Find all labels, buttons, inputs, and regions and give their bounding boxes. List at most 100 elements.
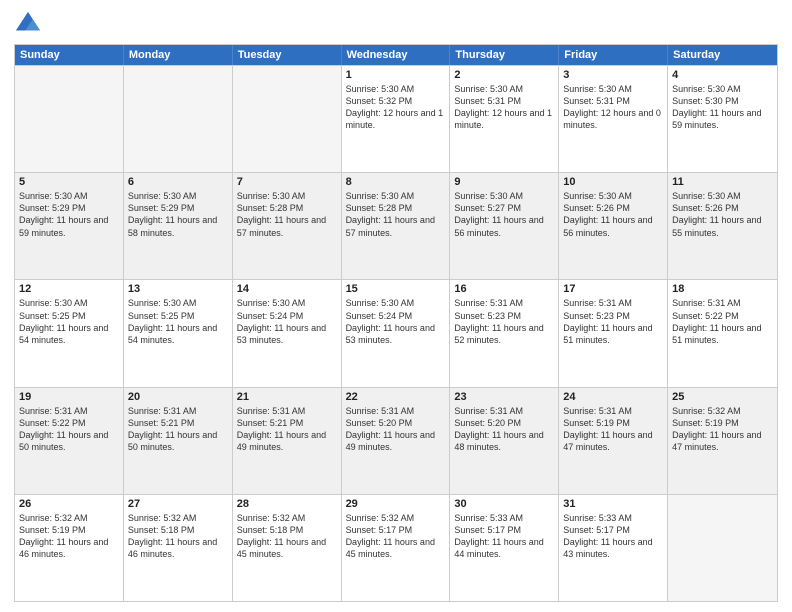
cell-info: Sunrise: 5:31 AMSunset: 5:23 PMDaylight:… <box>454 297 554 346</box>
calendar-row-3: 19 Sunrise: 5:31 AMSunset: 5:22 PMDayligh… <box>15 387 777 494</box>
day-number: 5 <box>19 176 119 188</box>
cell-info: Sunrise: 5:30 AMSunset: 5:30 PMDaylight:… <box>672 83 773 132</box>
cell-info: Sunrise: 5:33 AMSunset: 5:17 PMDaylight:… <box>454 512 554 561</box>
calendar-row-2: 12 Sunrise: 5:30 AMSunset: 5:25 PMDayligh… <box>15 279 777 386</box>
day-number: 8 <box>346 176 446 188</box>
day-number: 19 <box>19 391 119 403</box>
day-number: 15 <box>346 283 446 295</box>
calendar-cell: 8 Sunrise: 5:30 AMSunset: 5:28 PMDaylight… <box>342 173 451 279</box>
calendar: SundayMondayTuesdayWednesdayThursdayFrid… <box>14 44 778 602</box>
day-number: 20 <box>128 391 228 403</box>
cell-info: Sunrise: 5:31 AMSunset: 5:22 PMDaylight:… <box>19 405 119 454</box>
calendar-row-4: 26Sunrise: 5:32 AMSunset: 5:19 PMDayligh… <box>15 494 777 601</box>
day-header-tuesday: Tuesday <box>233 45 342 65</box>
day-number: 21 <box>237 391 337 403</box>
cell-info: Sunrise: 5:32 AMSunset: 5:18 PMDaylight:… <box>237 512 337 561</box>
calendar-cell: 9 Sunrise: 5:30 AMSunset: 5:27 PMDaylight… <box>450 173 559 279</box>
calendar-cell: 20 Sunrise: 5:31 AMSunset: 5:21 PMDayligh… <box>124 388 233 494</box>
calendar-cell <box>668 495 777 601</box>
day-number: 1 <box>346 69 446 81</box>
cell-info: Sunrise: 5:33 AMSunset: 5:17 PMDaylight:… <box>563 512 663 561</box>
day-number: 22 <box>346 391 446 403</box>
cell-info: Sunrise: 5:30 AMSunset: 5:28 PMDaylight:… <box>237 190 337 239</box>
day-number: 14 <box>237 283 337 295</box>
day-number: 2 <box>454 69 554 81</box>
cell-info: Sunrise: 5:32 AMSunset: 5:19 PMDaylight:… <box>672 405 773 454</box>
day-number: 11 <box>672 176 773 188</box>
cell-info: Sunrise: 5:32 AMSunset: 5:18 PMDaylight:… <box>128 512 228 561</box>
calendar-cell: 5 Sunrise: 5:30 AMSunset: 5:29 PMDaylight… <box>15 173 124 279</box>
cell-info: Sunrise: 5:30 AMSunset: 5:25 PMDaylight:… <box>128 297 228 346</box>
day-number: 4 <box>672 69 773 81</box>
calendar-cell: 18 Sunrise: 5:31 AMSunset: 5:22 PMDayligh… <box>668 280 777 386</box>
cell-info: Sunrise: 5:30 AMSunset: 5:25 PMDaylight:… <box>19 297 119 346</box>
day-number: 18 <box>672 283 773 295</box>
calendar-cell: 19 Sunrise: 5:31 AMSunset: 5:22 PMDayligh… <box>15 388 124 494</box>
logo <box>14 10 46 38</box>
day-header-saturday: Saturday <box>668 45 777 65</box>
day-number: 10 <box>563 176 663 188</box>
calendar-cell: 21Sunrise: 5:31 AMSunset: 5:21 PMDayligh… <box>233 388 342 494</box>
logo-icon <box>14 10 42 38</box>
calendar-cell: 13 Sunrise: 5:30 AMSunset: 5:25 PMDayligh… <box>124 280 233 386</box>
calendar-cell: 14Sunrise: 5:30 AMSunset: 5:24 PMDayligh… <box>233 280 342 386</box>
calendar-cell: 23Sunrise: 5:31 AMSunset: 5:20 PMDayligh… <box>450 388 559 494</box>
day-number: 13 <box>128 283 228 295</box>
day-header-wednesday: Wednesday <box>342 45 451 65</box>
cell-info: Sunrise: 5:30 AMSunset: 5:26 PMDaylight:… <box>563 190 663 239</box>
day-number: 3 <box>563 69 663 81</box>
calendar-cell: 6 Sunrise: 5:30 AMSunset: 5:29 PMDaylight… <box>124 173 233 279</box>
cell-info: Sunrise: 5:31 AMSunset: 5:21 PMDaylight:… <box>128 405 228 454</box>
calendar-cell: 26Sunrise: 5:32 AMSunset: 5:19 PMDayligh… <box>15 495 124 601</box>
calendar-cell <box>233 66 342 172</box>
calendar-cell: 7 Sunrise: 5:30 AMSunset: 5:28 PMDaylight… <box>233 173 342 279</box>
day-number: 27 <box>128 498 228 510</box>
calendar-cell: 24 Sunrise: 5:31 AMSunset: 5:19 PMDayligh… <box>559 388 668 494</box>
calendar-row-1: 5 Sunrise: 5:30 AMSunset: 5:29 PMDaylight… <box>15 172 777 279</box>
cell-info: Sunrise: 5:30 AMSunset: 5:28 PMDaylight:… <box>346 190 446 239</box>
calendar-cell: 25 Sunrise: 5:32 AMSunset: 5:19 PMDayligh… <box>668 388 777 494</box>
cell-info: Sunrise: 5:30 AMSunset: 5:29 PMDaylight:… <box>128 190 228 239</box>
calendar-cell: 3 Sunrise: 5:30 AMSunset: 5:31 PMDaylight… <box>559 66 668 172</box>
cell-info: Sunrise: 5:30 AMSunset: 5:32 PMDaylight:… <box>346 83 446 132</box>
calendar-cell: 27 Sunrise: 5:32 AMSunset: 5:18 PMDayligh… <box>124 495 233 601</box>
day-number: 9 <box>454 176 554 188</box>
calendar-cell <box>15 66 124 172</box>
calendar-row-0: 1 Sunrise: 5:30 AMSunset: 5:32 PMDaylight… <box>15 65 777 172</box>
calendar-cell: 2Sunrise: 5:30 AMSunset: 5:31 PMDaylight… <box>450 66 559 172</box>
calendar-cell: 1 Sunrise: 5:30 AMSunset: 5:32 PMDaylight… <box>342 66 451 172</box>
calendar-body: 1 Sunrise: 5:30 AMSunset: 5:32 PMDaylight… <box>15 65 777 601</box>
day-header-thursday: Thursday <box>450 45 559 65</box>
cell-info: Sunrise: 5:30 AMSunset: 5:26 PMDaylight:… <box>672 190 773 239</box>
day-number: 6 <box>128 176 228 188</box>
cell-info: Sunrise: 5:32 AMSunset: 5:19 PMDaylight:… <box>19 512 119 561</box>
cell-info: Sunrise: 5:31 AMSunset: 5:22 PMDaylight:… <box>672 297 773 346</box>
cell-info: Sunrise: 5:30 AMSunset: 5:27 PMDaylight:… <box>454 190 554 239</box>
cell-info: Sunrise: 5:31 AMSunset: 5:23 PMDaylight:… <box>563 297 663 346</box>
day-header-friday: Friday <box>559 45 668 65</box>
calendar-cell: 12 Sunrise: 5:30 AMSunset: 5:25 PMDayligh… <box>15 280 124 386</box>
cell-info: Sunrise: 5:32 AMSunset: 5:17 PMDaylight:… <box>346 512 446 561</box>
calendar-cell: 22 Sunrise: 5:31 AMSunset: 5:20 PMDayligh… <box>342 388 451 494</box>
calendar-header: SundayMondayTuesdayWednesdayThursdayFrid… <box>15 45 777 65</box>
cell-info: Sunrise: 5:30 AMSunset: 5:29 PMDaylight:… <box>19 190 119 239</box>
day-number: 23 <box>454 391 554 403</box>
calendar-cell: 17 Sunrise: 5:31 AMSunset: 5:23 PMDayligh… <box>559 280 668 386</box>
day-number: 24 <box>563 391 663 403</box>
calendar-cell: 4 Sunrise: 5:30 AMSunset: 5:30 PMDaylight… <box>668 66 777 172</box>
day-header-sunday: Sunday <box>15 45 124 65</box>
calendar-cell <box>124 66 233 172</box>
day-number: 30 <box>454 498 554 510</box>
day-number: 12 <box>19 283 119 295</box>
day-number: 7 <box>237 176 337 188</box>
day-number: 28 <box>237 498 337 510</box>
calendar-cell: 31Sunrise: 5:33 AMSunset: 5:17 PMDayligh… <box>559 495 668 601</box>
day-number: 25 <box>672 391 773 403</box>
cell-info: Sunrise: 5:30 AMSunset: 5:31 PMDaylight:… <box>563 83 663 132</box>
calendar-cell: 29 Sunrise: 5:32 AMSunset: 5:17 PMDayligh… <box>342 495 451 601</box>
day-number: 16 <box>454 283 554 295</box>
cell-info: Sunrise: 5:31 AMSunset: 5:20 PMDaylight:… <box>346 405 446 454</box>
day-number: 17 <box>563 283 663 295</box>
day-number: 29 <box>346 498 446 510</box>
cell-info: Sunrise: 5:31 AMSunset: 5:19 PMDaylight:… <box>563 405 663 454</box>
